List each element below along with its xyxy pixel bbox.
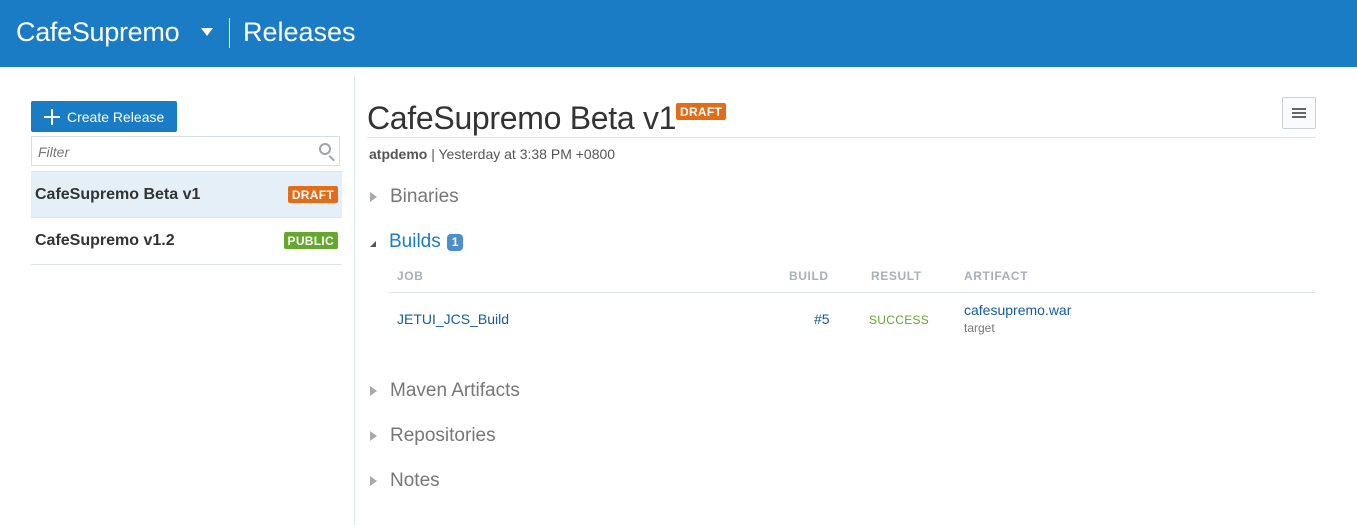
section-maven-artifacts[interactable]: Maven Artifacts [370, 378, 520, 404]
hamburger-icon [1292, 108, 1306, 110]
section-label: Binaries [390, 186, 459, 207]
search-icon[interactable] [319, 143, 331, 155]
hamburger-icon-line [1292, 116, 1306, 118]
section-repositories[interactable]: Repositories [370, 423, 496, 449]
release-timestamp: | Yesterday at 3:38 PM +0800 [431, 146, 616, 162]
project-name[interactable]: CafeSupremo [16, 17, 180, 48]
filter-input[interactable] [36, 141, 310, 163]
build-number-link[interactable]: #5 [814, 311, 830, 327]
panel-divider [354, 77, 355, 525]
title-divider [367, 137, 1316, 138]
release-list-item[interactable]: CafeSupremo Beta v1 DRAFT [31, 171, 342, 218]
job-link[interactable]: JETUI_JCS_Build [397, 311, 509, 327]
expand-arrow-icon [370, 476, 377, 486]
filter-field[interactable] [31, 136, 340, 166]
header-divider [229, 18, 230, 48]
section-builds[interactable]: Builds 1 [370, 229, 464, 255]
section-binaries[interactable]: Binaries [370, 184, 459, 210]
artifact-link[interactable]: cafesupremo.war [964, 302, 1071, 318]
app-header: CafeSupremo Releases [0, 0, 1357, 67]
expand-arrow-icon [370, 386, 377, 396]
status-badge: PUBLIC [283, 232, 338, 249]
column-header-build[interactable]: BUILD [789, 269, 829, 283]
column-header-job[interactable]: JOB [397, 269, 423, 283]
section-label: Builds [389, 231, 441, 252]
author-name[interactable]: atpdemo [369, 146, 427, 162]
plus-icon [43, 108, 61, 126]
status-badge: DRAFT [287, 186, 338, 203]
builds-count-badge: 1 [446, 233, 464, 251]
expand-arrow-icon [370, 192, 377, 202]
project-dropdown-caret-icon[interactable] [201, 28, 213, 36]
release-title: CafeSupremo Beta v1 [367, 100, 677, 136]
release-name: CafeSupremo v1.2 [35, 232, 175, 249]
expand-arrow-icon [370, 431, 377, 441]
build-result: SUCCESS [869, 313, 930, 327]
hamburger-icon-line [1292, 112, 1306, 114]
page-title: Releases [243, 17, 356, 47]
section-label: Repositories [390, 425, 496, 446]
table-header-divider [389, 292, 1316, 293]
release-meta: atpdemo | Yesterday at 3:38 PM +0800 [369, 146, 615, 162]
create-release-label: Create Release [67, 108, 165, 125]
section-label: Maven Artifacts [390, 380, 520, 401]
collapse-arrow-icon [370, 241, 376, 247]
release-list-item[interactable]: CafeSupremo v1.2 PUBLIC [31, 218, 342, 265]
artifact-path: target [964, 321, 995, 335]
create-release-button[interactable]: Create Release [31, 101, 177, 132]
column-header-result[interactable]: RESULT [871, 269, 922, 283]
release-status-badge: DRAFT [676, 103, 727, 120]
column-header-artifact[interactable]: ARTIFACT [964, 269, 1028, 283]
release-name: CafeSupremo Beta v1 [35, 186, 201, 203]
section-label: Notes [390, 470, 440, 491]
actions-menu-button[interactable] [1282, 97, 1316, 129]
section-notes[interactable]: Notes [370, 468, 440, 494]
